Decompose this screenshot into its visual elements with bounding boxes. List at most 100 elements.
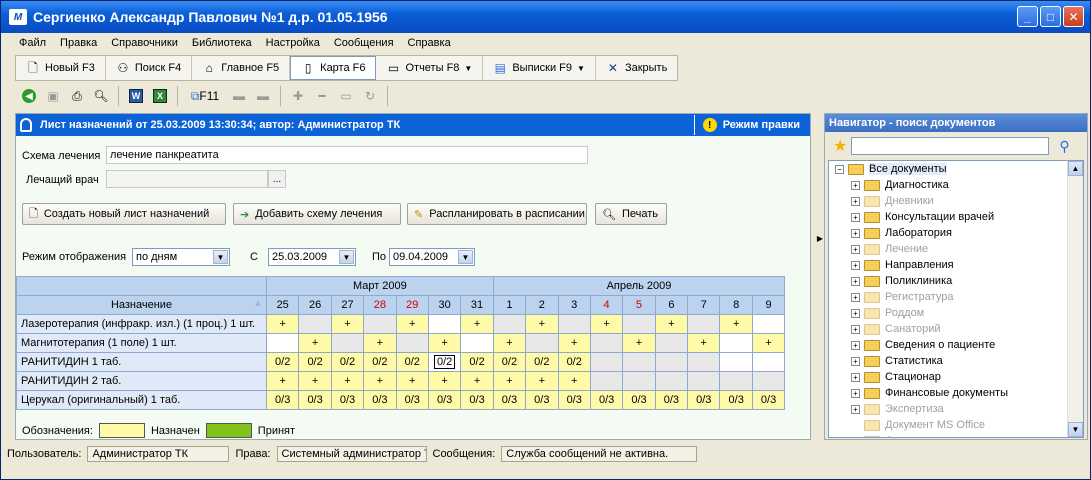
expand-icon[interactable]: + xyxy=(851,276,860,286)
refresh-button[interactable]: ↻ xyxy=(360,86,380,106)
schedule-cell[interactable]: + xyxy=(363,333,397,353)
schedule-cell[interactable]: 0/3 xyxy=(687,390,721,410)
schedule-cell[interactable]: + xyxy=(687,333,721,353)
expand-icon[interactable]: + xyxy=(851,388,860,398)
schedule-cell[interactable]: 0/3 xyxy=(427,390,462,410)
schedule-cell[interactable] xyxy=(751,371,786,391)
doctor-input[interactable] xyxy=(106,170,268,188)
navigator-search-input[interactable] xyxy=(851,137,1050,155)
title-bar[interactable]: М Сергиенко Александр Павлович №1 д.р. 0… xyxy=(1,1,1090,33)
schedule-cell[interactable] xyxy=(557,314,591,334)
schedule-cell[interactable] xyxy=(525,333,559,353)
schedule-cell[interactable]: + xyxy=(557,333,591,353)
splitter-arrow-icon[interactable]: ▶ xyxy=(816,228,824,248)
schedule-cell[interactable]: 0/3 xyxy=(557,390,591,410)
schedule-cell[interactable] xyxy=(654,333,689,353)
schedule-cell[interactable]: 0/3 xyxy=(298,390,332,410)
extracts-button[interactable]: ▤ Выписки F9 ▼ xyxy=(483,56,596,80)
schedule-cell[interactable]: + xyxy=(265,314,300,334)
tree-item[interactable]: + Консультации врачей xyxy=(829,209,1083,225)
schedule-cell[interactable]: + xyxy=(525,371,559,391)
schedule-cell[interactable]: 0/3 xyxy=(719,390,753,410)
expand-icon[interactable]: + xyxy=(851,372,860,382)
schedule-cell[interactable] xyxy=(622,314,656,334)
menu-references[interactable]: Справочники xyxy=(109,36,180,50)
schedule-cell[interactable]: 0/2 xyxy=(525,352,559,372)
schedule-cell[interactable]: 0/2 xyxy=(363,352,397,372)
tree-item[interactable]: + Диагностика xyxy=(829,177,1083,193)
schedule-cell[interactable]: + xyxy=(330,314,365,334)
tree-item[interactable]: + Лаборатория xyxy=(829,225,1083,241)
from-date-select[interactable]: 25.03.2009 ▼ xyxy=(268,248,356,266)
schedule-cell[interactable]: + xyxy=(460,371,494,391)
tree-item[interactable]: Сетевая папка xyxy=(829,433,1083,437)
menu-file[interactable]: Файл xyxy=(17,36,48,50)
card-button[interactable]: ▯ Карта F6 xyxy=(290,56,377,80)
schedule-cell[interactable]: + xyxy=(492,371,527,391)
folder-open-button[interactable]: ▬ xyxy=(229,86,249,106)
schedule-cell[interactable]: 0/3 xyxy=(330,390,365,410)
search-button[interactable]: ⚇ Поиск F4 xyxy=(106,56,193,80)
reports-button[interactable]: ▭ Отчеты F8 ▼ xyxy=(376,56,484,80)
schedule-cell[interactable]: 0/2 xyxy=(330,352,365,372)
scroll-up-icon[interactable]: ▲ xyxy=(1068,161,1083,176)
tree-item[interactable]: + Экспертиза xyxy=(829,401,1083,417)
schedule-cell[interactable]: 0/2 xyxy=(427,352,462,372)
tree-item[interactable]: + Дневники xyxy=(829,193,1083,209)
new-button[interactable]: 🗋 Новый F3 xyxy=(16,56,106,80)
schedule-cell[interactable]: 0/2 xyxy=(395,352,429,372)
expand-icon[interactable]: + xyxy=(851,324,860,334)
tree-item[interactable]: + Регистратура xyxy=(829,289,1083,305)
expand-icon[interactable]: + xyxy=(851,196,860,206)
schedule-cell[interactable]: 0/3 xyxy=(492,390,527,410)
maximize-button[interactable]: □ xyxy=(1040,6,1061,27)
schedule-cell[interactable]: + xyxy=(492,333,527,353)
schedule-cell[interactable] xyxy=(589,352,624,372)
schedule-cell[interactable] xyxy=(687,352,721,372)
edit-button[interactable]: ▭ xyxy=(336,86,356,106)
preview-button[interactable]: 🔍︎ xyxy=(91,86,111,106)
expand-icon[interactable]: + xyxy=(851,212,860,222)
schedule-cell[interactable]: + xyxy=(589,314,624,334)
expand-icon[interactable]: + xyxy=(851,260,860,270)
scheme-input[interactable]: лечение панкреатита xyxy=(106,146,588,164)
schedule-cell[interactable]: + xyxy=(719,314,753,334)
table-row[interactable]: РАНИТИДИН 2 таб. + + + + + + + + + + xyxy=(16,371,786,391)
tree-item[interactable]: + Сведения о пациенте xyxy=(829,337,1083,353)
schedule-cell[interactable] xyxy=(589,371,624,391)
schedule-cell[interactable]: 0/3 xyxy=(654,390,689,410)
menu-library[interactable]: Библиотека xyxy=(190,36,254,50)
schedule-cell[interactable]: 0/3 xyxy=(622,390,656,410)
schedule-cell[interactable] xyxy=(719,333,753,353)
schedule-cell[interactable]: + xyxy=(395,371,429,391)
assignment-name[interactable]: Лазеротерапия (инфракр. изл.) (1 проц.) … xyxy=(16,314,267,334)
schedule-cell[interactable]: + xyxy=(557,371,591,391)
expand-icon[interactable]: + xyxy=(851,308,860,318)
search-icon[interactable]: ⚲ xyxy=(1059,138,1069,155)
tree-item[interactable]: + Стационар xyxy=(829,369,1083,385)
schedule-cell[interactable]: 0/3 xyxy=(460,390,494,410)
create-sheet-button[interactable]: 🗋 Создать новый лист назначений xyxy=(22,203,226,225)
tree-item[interactable]: Документ MS Office xyxy=(829,417,1083,433)
schedule-cell[interactable] xyxy=(622,352,656,372)
minimize-button[interactable]: _ xyxy=(1017,6,1038,27)
table-row[interactable]: Лазеротерапия (инфракр. изл.) (1 проц.) … xyxy=(16,314,786,334)
table-row[interactable]: Магнитотерапия (1 поле) 1 шт. + + + + + + + + xyxy=(16,333,786,353)
schedule-cell[interactable]: 0/3 xyxy=(363,390,397,410)
display-mode-select[interactable]: по дням ▼ xyxy=(132,248,230,266)
assignment-name[interactable]: РАНИТИДИН 2 таб. xyxy=(16,371,267,391)
schedule-cell[interactable]: 0/3 xyxy=(395,390,429,410)
expand-icon[interactable]: + xyxy=(851,356,860,366)
print-button[interactable]: 🔍︎ Печать xyxy=(595,203,667,225)
folder-attach-button[interactable]: ▬ xyxy=(253,86,273,106)
schedule-cell[interactable]: 0/2 xyxy=(298,352,332,372)
schedule-cell[interactable]: 0/3 xyxy=(751,390,786,410)
add-scheme-button[interactable]: ➔ Добавить схему лечения xyxy=(233,203,401,225)
schedule-cell[interactable] xyxy=(265,333,300,353)
home-button[interactable]: ⌂ Главное F5 xyxy=(192,56,291,80)
schedule-cell[interactable]: + xyxy=(427,333,462,353)
save-button[interactable]: ▣ xyxy=(43,86,63,106)
schedule-cell[interactable]: + xyxy=(654,314,689,334)
assignment-column-header[interactable]: Назначение ▲ xyxy=(16,295,267,315)
schedule-cell[interactable]: + xyxy=(298,371,332,391)
